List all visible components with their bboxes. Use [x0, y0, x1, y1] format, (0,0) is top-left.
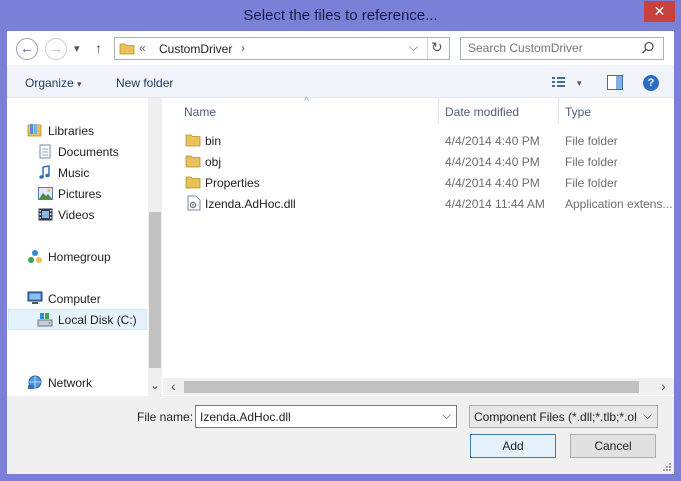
homegroup-icon	[27, 249, 43, 265]
organize-button[interactable]: Organize ▾	[25, 76, 82, 90]
sidebar-item-pictures[interactable]: Pictures	[58, 187, 101, 201]
sidebar-item-local-disk[interactable]: Local Disk (C:)	[58, 313, 137, 327]
close-button[interactable]: ✕	[644, 1, 675, 22]
column-header-date-modified[interactable]: Date modified	[445, 105, 519, 119]
cancel-button[interactable]: Cancel	[570, 434, 656, 458]
breadcrumb-overflow[interactable]: «	[139, 41, 146, 55]
horizontal-scroll-thumb[interactable]	[184, 381, 639, 393]
sort-ascending-icon: ^	[304, 96, 309, 107]
search-icon[interactable]	[641, 41, 655, 55]
dll-file-icon	[187, 195, 201, 211]
folder-icon	[185, 175, 201, 189]
folder-icon	[185, 133, 201, 147]
back-button[interactable]: ←	[16, 38, 38, 60]
file-date-modified: 4/4/2014 4:40 PM	[445, 176, 540, 190]
breadcrumb-customdriver[interactable]: CustomDriver	[159, 42, 232, 56]
command-toolbar	[7, 65, 674, 98]
resize-grip-icon[interactable]	[660, 461, 672, 473]
file-type: File folder	[565, 176, 618, 190]
file-date-modified: 4/4/2014 4:40 PM	[445, 155, 540, 169]
navigation-pane	[7, 98, 148, 396]
refresh-icon[interactable]: ↻	[431, 39, 443, 56]
search-box[interactable]	[460, 37, 664, 60]
sidebar-item-music[interactable]: Music	[58, 166, 89, 180]
table-row[interactable]: bin 4/4/2014 4:40 PM File folder	[166, 130, 674, 151]
computer-icon	[27, 291, 43, 305]
scroll-right-icon[interactable]: ›	[661, 378, 666, 394]
address-divider	[427, 38, 428, 59]
file-date-modified: 4/4/2014 11:44 AM	[445, 197, 545, 211]
videos-icon	[38, 208, 53, 221]
table-row[interactable]: Izenda.AdHoc.dll 4/4/2014 11:44 AM Appli…	[166, 193, 674, 214]
table-row[interactable]: Properties 4/4/2014 4:40 PM File folder	[166, 172, 674, 193]
column-divider[interactable]	[558, 98, 559, 124]
file-name: Izenda.AdHoc.dll	[205, 197, 296, 211]
local-disk-icon	[37, 312, 53, 327]
sidebar-item-videos[interactable]: Videos	[58, 208, 94, 222]
new-folder-button[interactable]: New folder	[116, 76, 173, 90]
chevron-down-icon[interactable]: ⌵	[643, 408, 653, 423]
chevron-down-icon[interactable]: ⌵	[442, 408, 451, 423]
file-type-filter-value: Component Files (*.dll;*.tlb;*.ol	[474, 410, 637, 424]
view-options-dropdown[interactable]: ▾	[577, 78, 582, 89]
column-header-name[interactable]: Name	[184, 105, 216, 119]
column-divider[interactable]	[438, 98, 439, 124]
search-input[interactable]	[461, 38, 648, 58]
file-type-filter-select[interactable]: Component Files (*.dll;*.tlb;*.ol ⌵	[469, 405, 658, 428]
sidebar-item-homegroup[interactable]: Homegroup	[48, 250, 111, 264]
sidebar-item-libraries[interactable]: Libraries	[48, 124, 94, 138]
help-button[interactable]: ?	[643, 75, 659, 91]
sidebar-item-computer[interactable]: Computer	[48, 292, 101, 306]
file-name: Properties	[205, 176, 260, 190]
add-button[interactable]: Add	[470, 434, 556, 458]
documents-icon	[38, 144, 52, 159]
sidebar-item-network[interactable]: Network	[48, 376, 92, 390]
address-bar[interactable]: « CustomDriver › ⌵ ↻	[114, 37, 450, 60]
file-name-label: File name:	[137, 410, 194, 424]
address-dropdown-icon[interactable]: ⌵	[409, 40, 418, 55]
scroll-left-icon[interactable]: ‹	[171, 378, 176, 394]
organize-label: Organize	[25, 76, 74, 90]
recent-locations-dropdown[interactable]: ▾	[74, 42, 80, 55]
folder-icon	[119, 41, 135, 55]
chevron-down-icon: ▾	[77, 79, 82, 89]
breadcrumb-chevron-icon[interactable]: ›	[241, 41, 245, 55]
file-name: bin	[205, 134, 222, 148]
column-header-type[interactable]: Type	[565, 105, 591, 119]
file-type: File folder	[565, 155, 618, 169]
up-button[interactable]: ↑	[95, 40, 102, 56]
file-name-input[interactable]	[196, 406, 432, 427]
forward-button[interactable]: →	[45, 38, 67, 60]
preview-pane-icon[interactable]	[607, 75, 623, 90]
libraries-icon	[27, 123, 43, 137]
file-type: Application extens...	[565, 197, 673, 211]
table-row[interactable]: obj 4/4/2014 4:40 PM File folder	[166, 151, 674, 172]
file-name: obj	[205, 155, 222, 169]
network-icon	[27, 375, 43, 390]
scroll-down-icon[interactable]: ⌄	[150, 378, 160, 392]
change-view-icon[interactable]	[551, 75, 567, 89]
window-title: Select the files to reference...	[243, 7, 438, 24]
file-name-combobox[interactable]: ⌵	[195, 405, 457, 428]
file-type: File folder	[565, 134, 618, 148]
sidebar-item-documents[interactable]: Documents	[58, 145, 119, 159]
file-date-modified: 4/4/2014 4:40 PM	[445, 134, 540, 148]
folder-icon	[185, 154, 201, 168]
navigation-pane-scroll-thumb[interactable]	[149, 212, 161, 368]
pictures-icon	[38, 187, 53, 200]
music-icon	[38, 165, 52, 180]
